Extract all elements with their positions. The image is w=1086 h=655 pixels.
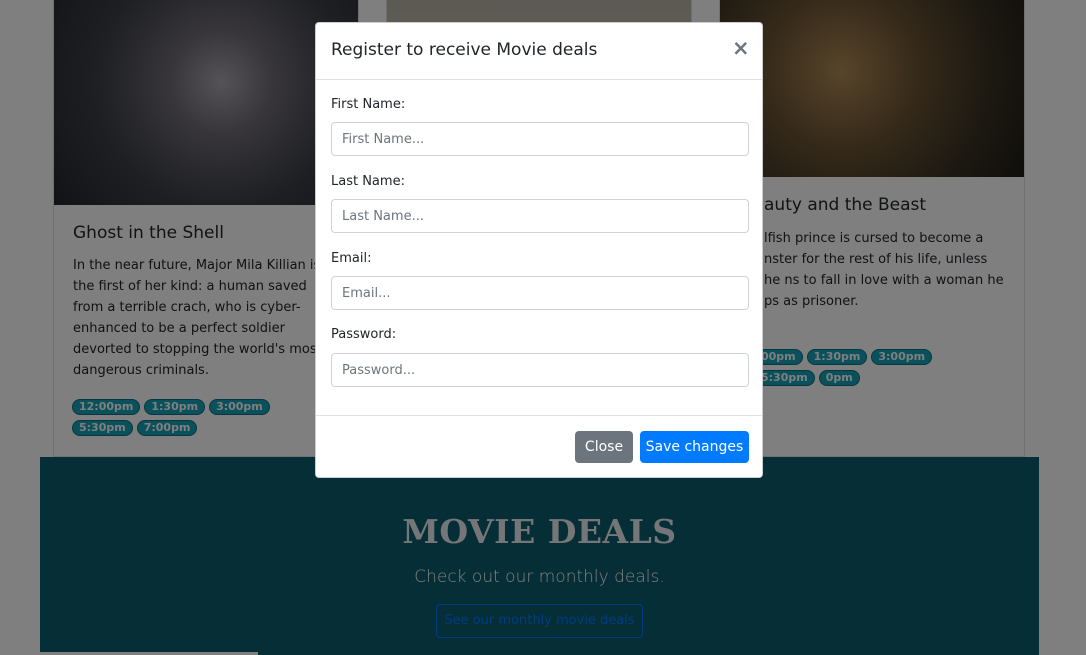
password-input[interactable] — [331, 353, 749, 387]
save-changes-button[interactable]: Save changes — [640, 431, 749, 463]
email-input[interactable] — [331, 276, 749, 310]
register-modal: Register to receive Movie deals × First … — [315, 22, 763, 478]
close-icon[interactable]: × — [732, 38, 750, 59]
modal-title: Register to receive Movie deals — [331, 40, 598, 60]
first-name-label: First Name: — [331, 97, 406, 112]
password-label: Password: — [331, 327, 397, 342]
modal-header: Register to receive Movie deals × — [316, 23, 762, 80]
email-label: Email: — [331, 251, 372, 266]
last-name-label: Last Name: — [331, 174, 405, 189]
modal-footer: Close Save changes — [316, 415, 762, 478]
last-name-input[interactable] — [331, 199, 749, 233]
first-name-input[interactable] — [331, 122, 749, 156]
close-button[interactable]: Close — [575, 431, 633, 463]
